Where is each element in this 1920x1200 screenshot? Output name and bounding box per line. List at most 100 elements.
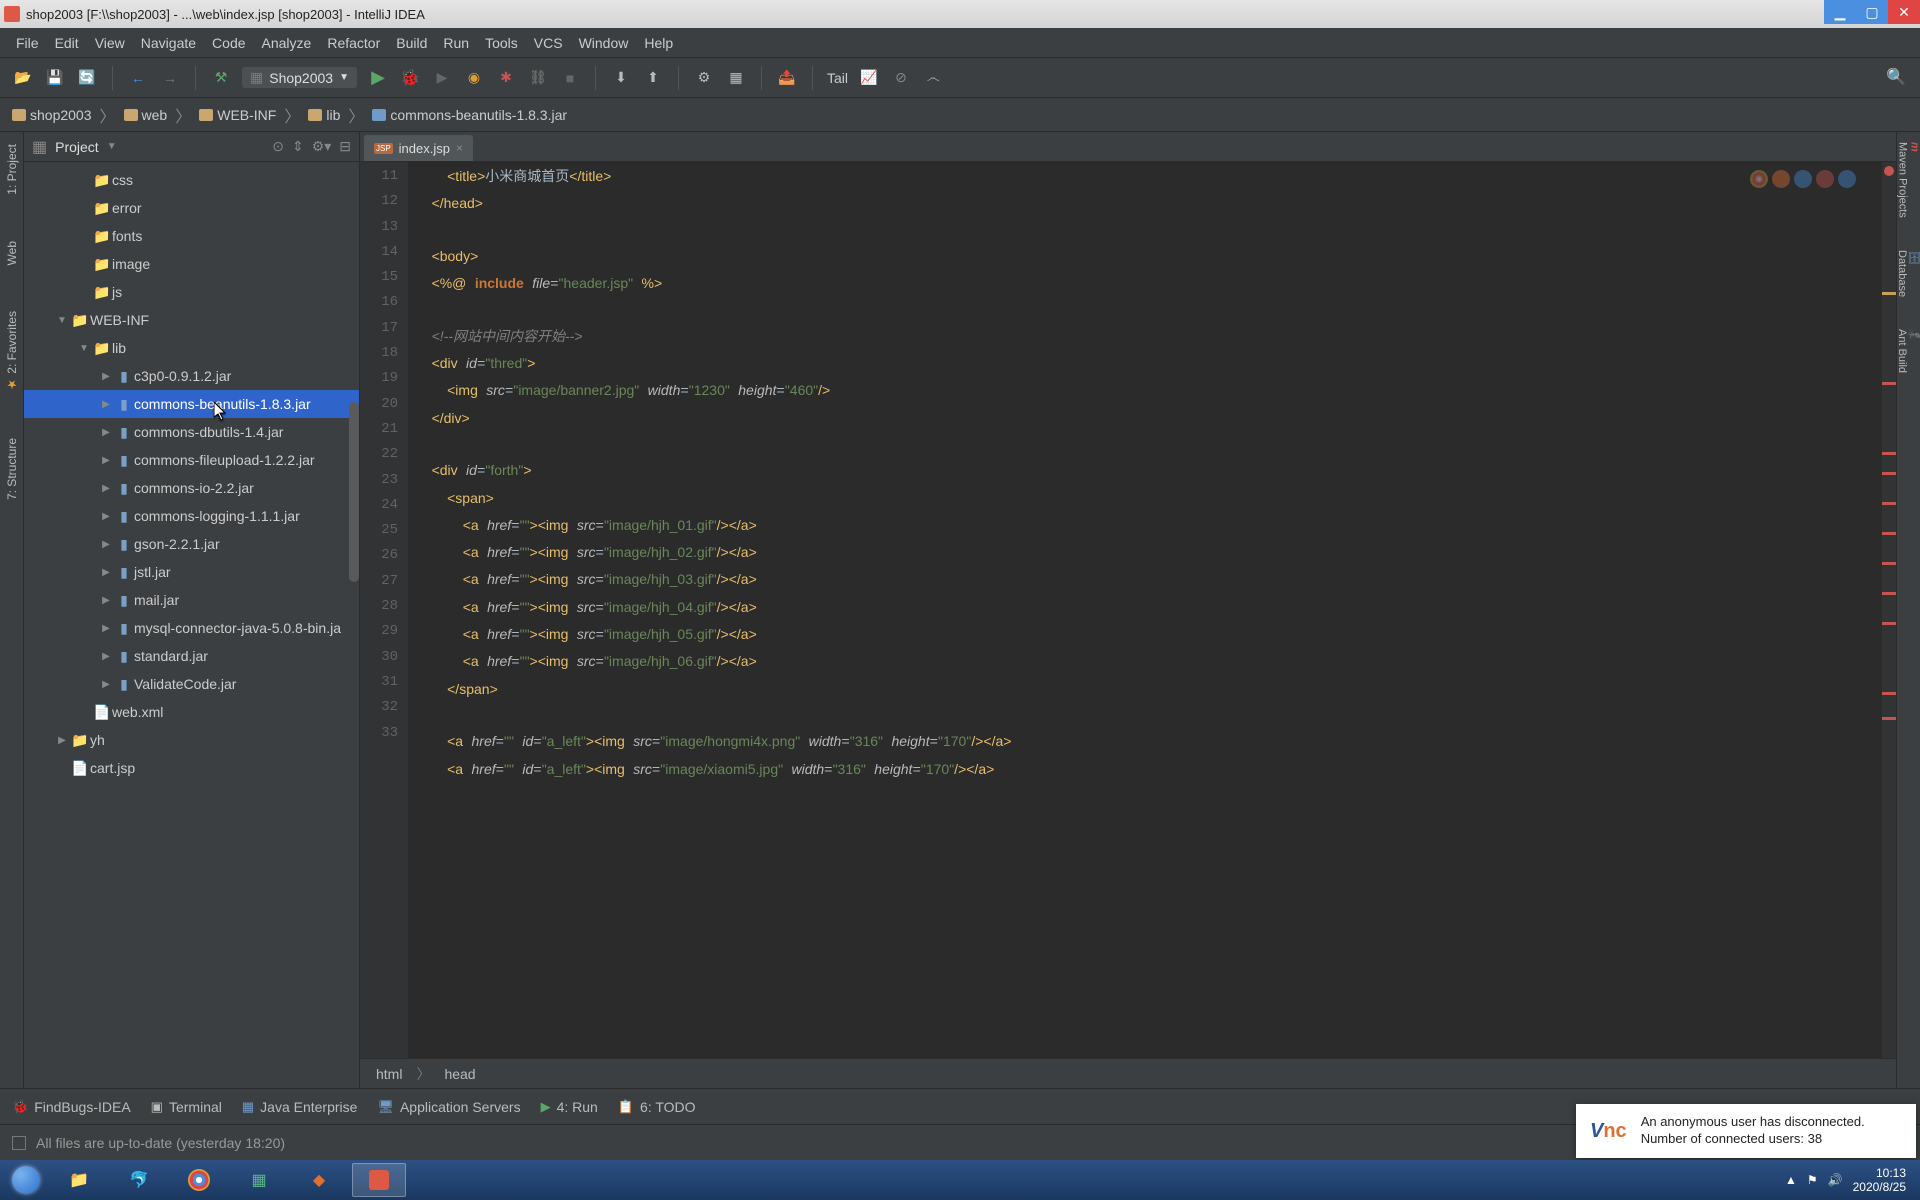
build-icon[interactable]: ⚒ bbox=[210, 67, 232, 89]
commit-icon[interactable]: ⬆ bbox=[642, 67, 664, 89]
tray-volume-icon[interactable]: 🔊 bbox=[1828, 1173, 1843, 1187]
right-tool-maven[interactable]: mMaven Projects bbox=[1895, 136, 1920, 224]
tree-item[interactable]: ▶▮ValidateCode.jar bbox=[24, 670, 359, 698]
close-button[interactable]: ✕ bbox=[1888, 0, 1920, 24]
menu-navigate[interactable]: Navigate bbox=[133, 35, 204, 51]
profile-icon[interactable]: ◉ bbox=[463, 67, 485, 89]
tree-item[interactable]: ▶📁yh bbox=[24, 726, 359, 754]
error-strip[interactable] bbox=[1882, 162, 1896, 1058]
task-app1[interactable]: ▦ bbox=[232, 1163, 286, 1197]
error-mark[interactable] bbox=[1882, 502, 1896, 505]
error-mark[interactable] bbox=[1882, 562, 1896, 565]
refresh-icon[interactable]: 🔄 bbox=[76, 67, 98, 89]
tray-arrow-icon[interactable]: ▲ bbox=[1785, 1173, 1797, 1187]
tree-item[interactable]: ▶▮commons-logging-1.1.1.jar bbox=[24, 502, 359, 530]
tree-item[interactable]: 📁error bbox=[24, 194, 359, 222]
maximize-button[interactable]: ▢ bbox=[1856, 0, 1888, 24]
menu-file[interactable]: File bbox=[8, 35, 47, 51]
error-mark[interactable] bbox=[1882, 452, 1896, 455]
crumb-web[interactable]: web bbox=[124, 107, 168, 123]
tree-item[interactable]: ▼📁WEB-INF bbox=[24, 306, 359, 334]
warning-mark[interactable] bbox=[1882, 292, 1896, 295]
tree-arrow-icon[interactable]: ▶ bbox=[98, 567, 114, 578]
task-intellij[interactable] bbox=[352, 1163, 406, 1197]
run-tests-icon[interactable]: ✱ bbox=[495, 67, 517, 89]
target-icon[interactable]: ⊙ bbox=[272, 138, 284, 155]
minimize-button[interactable]: ▁ bbox=[1824, 0, 1856, 24]
tree-item[interactable]: ▶▮c3p0-0.9.1.2.jar bbox=[24, 362, 359, 390]
task-chrome[interactable] bbox=[172, 1163, 226, 1197]
chrome-icon[interactable] bbox=[1750, 170, 1768, 188]
tree-arrow-icon[interactable]: ▶ bbox=[98, 483, 114, 494]
tree-arrow-icon[interactable]: ▶ bbox=[98, 623, 114, 634]
menu-build[interactable]: Build bbox=[388, 35, 435, 51]
tree-item[interactable]: ▶▮commons-beanutils-1.8.3.jar bbox=[24, 390, 359, 418]
crumb-shop2003[interactable]: shop2003 bbox=[12, 107, 92, 123]
chevron-down-icon[interactable]: ▼ bbox=[107, 141, 117, 152]
tree-item[interactable]: ▶▮commons-fileupload-1.2.2.jar bbox=[24, 446, 359, 474]
tree-arrow-icon[interactable]: ▶ bbox=[98, 651, 114, 662]
na-icon[interactable]: ⊘ bbox=[890, 67, 912, 89]
opera-icon[interactable] bbox=[1816, 170, 1834, 188]
safari-icon[interactable] bbox=[1794, 170, 1812, 188]
menu-vcs[interactable]: VCS bbox=[526, 35, 571, 51]
search-icon[interactable]: 🔍 bbox=[1886, 67, 1908, 89]
tail-label[interactable]: Tail bbox=[827, 70, 848, 86]
tree-item[interactable]: 📁css bbox=[24, 166, 359, 194]
coverage-icon[interactable]: ▶ bbox=[431, 67, 453, 89]
tree-arrow-icon[interactable]: ▶ bbox=[98, 399, 114, 410]
left-tool-project[interactable]: 1: Project bbox=[3, 136, 21, 203]
tree-item[interactable]: ▼📁lib bbox=[24, 334, 359, 362]
ie-icon[interactable] bbox=[1838, 170, 1856, 188]
tree-item[interactable]: 📄cart.jsp bbox=[24, 754, 359, 782]
btool-javaee[interactable]: ▦Java Enterprise bbox=[242, 1099, 358, 1115]
settings-icon[interactable]: ⚙ bbox=[693, 67, 715, 89]
left-tool-web[interactable]: Web bbox=[3, 233, 21, 273]
close-tab-icon[interactable]: × bbox=[456, 141, 463, 155]
code-area[interactable]: 11 12 13 14 15 16 17 18 19 20 21 22 23 2… bbox=[360, 162, 1896, 1058]
tree-item[interactable]: 📁image bbox=[24, 250, 359, 278]
editor-crumb-html[interactable]: html bbox=[376, 1066, 402, 1082]
tree-item[interactable]: ▶▮commons-io-2.2.jar bbox=[24, 474, 359, 502]
error-mark[interactable] bbox=[1882, 532, 1896, 535]
menu-window[interactable]: Window bbox=[571, 35, 637, 51]
right-tool-ant[interactable]: 🐜Ant Build bbox=[1894, 323, 1920, 379]
tree-scrollbar[interactable] bbox=[349, 402, 359, 662]
tree-arrow-icon[interactable]: ▼ bbox=[54, 315, 70, 326]
crumb-webinf[interactable]: WEB-INF bbox=[199, 107, 276, 123]
right-tool-database[interactable]: 🗄Database bbox=[1894, 244, 1920, 303]
crumb-jar[interactable]: commons-beanutils-1.8.3.jar bbox=[372, 107, 567, 123]
tree-arrow-icon[interactable]: ▶ bbox=[98, 539, 114, 550]
error-mark[interactable] bbox=[1882, 472, 1896, 475]
stop-icon[interactable]: ■ bbox=[559, 67, 581, 89]
gear-icon[interactable]: ⚙▾ bbox=[312, 138, 332, 155]
tree-item[interactable]: 📄web.xml bbox=[24, 698, 359, 726]
open-icon[interactable]: 📂 bbox=[12, 67, 34, 89]
tree-arrow-icon[interactable]: ▶ bbox=[98, 595, 114, 606]
tray-flag-icon[interactable]: ⚑ bbox=[1807, 1173, 1818, 1187]
tree-arrow-icon[interactable]: ▶ bbox=[98, 427, 114, 438]
tree-item[interactable]: ▶▮gson-2.2.1.jar bbox=[24, 530, 359, 558]
menu-code[interactable]: Code bbox=[204, 35, 253, 51]
collapse-icon[interactable]: ⇕ bbox=[292, 138, 304, 155]
btool-terminal[interactable]: ▣Terminal bbox=[151, 1099, 222, 1115]
tree-item[interactable]: ▶▮commons-dbutils-1.4.jar bbox=[24, 418, 359, 446]
btool-run[interactable]: ▶4: Run bbox=[541, 1099, 598, 1115]
error-mark[interactable] bbox=[1882, 622, 1896, 625]
tree-item[interactable]: ▶▮mysql-connector-java-5.0.8-bin.ja bbox=[24, 614, 359, 642]
menu-refactor[interactable]: Refactor bbox=[319, 35, 388, 51]
menu-analyze[interactable]: Analyze bbox=[254, 35, 320, 51]
btool-appservers[interactable]: 🖥Application Servers bbox=[377, 1099, 520, 1115]
run-config-selector[interactable]: ▦ Shop2003 ▼ bbox=[242, 67, 357, 88]
code-body[interactable]: <title>小米商城首页</title> </head> <body> <%@… bbox=[408, 162, 1882, 1058]
deploy-icon[interactable]: 📤 bbox=[776, 67, 798, 89]
structure-icon[interactable]: ▦ bbox=[725, 67, 747, 89]
status-icon[interactable] bbox=[12, 1136, 26, 1150]
task-dolphin[interactable]: 🐬 bbox=[112, 1163, 166, 1197]
debug-icon[interactable]: 🐞 bbox=[399, 67, 421, 89]
editor-crumb-head[interactable]: head bbox=[444, 1066, 475, 1082]
menu-view[interactable]: View bbox=[87, 35, 133, 51]
tree-item[interactable]: ▶▮mail.jar bbox=[24, 586, 359, 614]
error-mark[interactable] bbox=[1882, 592, 1896, 595]
chart-icon[interactable]: 📈 bbox=[858, 67, 880, 89]
